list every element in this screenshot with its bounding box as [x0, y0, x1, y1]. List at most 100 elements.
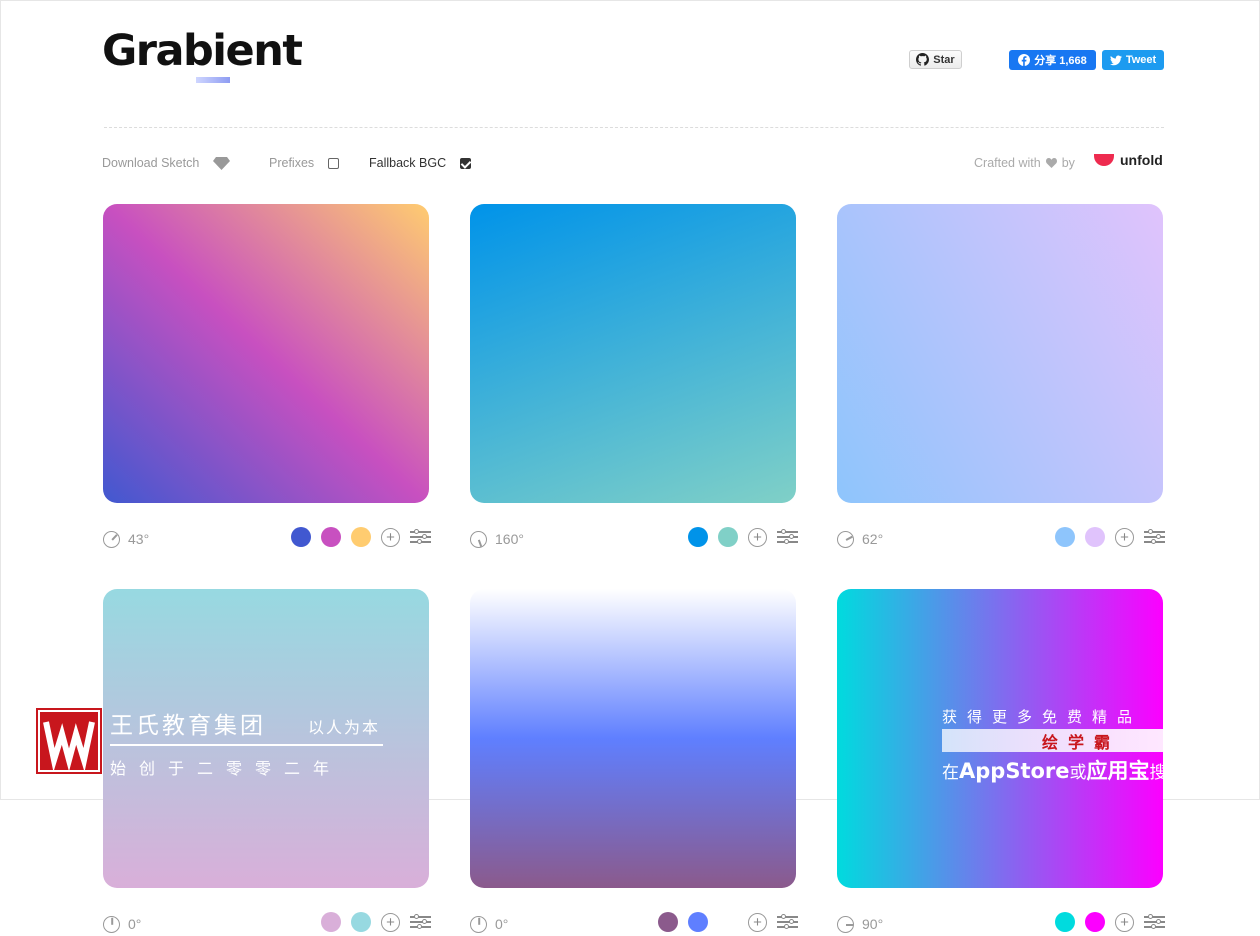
color-swatch[interactable]: [321, 912, 341, 932]
angle-control[interactable]: 0°: [470, 915, 509, 933]
watermark-appstore: AppStore: [959, 759, 1070, 783]
angle-control[interactable]: 90°: [837, 915, 884, 933]
grabient-logo[interactable]: Grabient: [102, 26, 303, 76]
facebook-icon: [1018, 54, 1031, 66]
add-color-icon[interactable]: +: [748, 527, 767, 547]
gradient-card[interactable]: [470, 589, 796, 888]
add-color-icon[interactable]: +: [748, 912, 767, 932]
watermark-yyb: 应用宝: [1086, 759, 1150, 783]
color-swatch[interactable]: [321, 527, 341, 547]
facebook-share-label: 分享 1,668: [1034, 55, 1087, 67]
watermark-left-subtitle: 始创于二零零二年: [110, 759, 343, 778]
crafted-label: Crafted with: [974, 156, 1041, 170]
fallback-bgc-label: Fallback BGC: [369, 156, 447, 170]
gradient-card-controls: 43° +: [103, 527, 431, 551]
adjust-sliders-icon[interactable]: [410, 914, 431, 930]
angle-control[interactable]: 160°: [470, 530, 524, 548]
color-swatch[interactable]: [291, 527, 311, 547]
unfold-label: unfold: [1120, 152, 1163, 168]
tweet-button[interactable]: Tweet: [1102, 50, 1164, 70]
tweet-label: Tweet: [1125, 54, 1157, 66]
angle-control[interactable]: 0°: [103, 915, 142, 933]
angle-label: 0°: [128, 916, 142, 932]
angle-label: 160°: [495, 531, 524, 547]
watermark-search: 搜: [1149, 763, 1167, 783]
diamond-icon: [213, 156, 231, 170]
watermark-brand: 绘学霸: [1042, 732, 1121, 752]
gradient-card[interactable]: [837, 204, 1163, 503]
color-swatch[interactable]: [351, 527, 371, 547]
angle-label: 0°: [495, 916, 509, 932]
watermark-left-title: 王氏教育集团: [110, 713, 266, 739]
add-color-icon[interactable]: +: [381, 527, 400, 547]
add-color-icon[interactable]: +: [381, 912, 400, 932]
gradient-card[interactable]: [103, 204, 429, 503]
angle-control[interactable]: 62°: [837, 530, 884, 548]
fallback-bgc-checkbox[interactable]: [460, 157, 472, 169]
header-divider: [104, 127, 1164, 128]
color-swatch[interactable]: [688, 912, 708, 932]
gradient-card[interactable]: [470, 204, 796, 503]
color-swatch[interactable]: [1055, 527, 1075, 547]
heart-icon: [1045, 158, 1057, 168]
color-swatches: +: [291, 527, 431, 547]
gradient-card-controls: 90° +: [837, 912, 1165, 936]
color-swatches: +: [688, 527, 798, 547]
angle-dial-icon: [470, 915, 487, 933]
wang-education-logo: [36, 708, 102, 774]
color-swatch[interactable]: [688, 527, 708, 547]
github-star-button[interactable]: Star: [909, 50, 962, 69]
gradient-card-controls: 0° +: [103, 912, 431, 936]
color-swatch[interactable]: [1085, 527, 1105, 547]
gradient-card-controls: 0° +: [470, 912, 798, 936]
color-swatch[interactable]: [658, 912, 678, 932]
add-color-icon[interactable]: +: [1115, 527, 1134, 547]
color-swatches: +: [658, 912, 798, 932]
color-swatch[interactable]: [718, 527, 738, 547]
angle-control[interactable]: 43°: [103, 530, 150, 548]
github-icon: [916, 53, 930, 66]
angle-dial-icon: [103, 915, 120, 933]
adjust-sliders-icon[interactable]: [1144, 529, 1165, 545]
watermark-right-line3: 在AppStore或应用宝搜: [942, 755, 1167, 785]
prefixes-toggle[interactable]: Prefixes: [269, 156, 340, 170]
color-swatch[interactable]: [718, 912, 738, 932]
color-swatches: +: [1055, 912, 1165, 932]
watermark-left-divider: [110, 744, 383, 746]
download-sketch-link[interactable]: Download Sketch: [102, 156, 231, 170]
adjust-sliders-icon[interactable]: [410, 529, 431, 545]
color-swatches: +: [1055, 527, 1165, 547]
unfold-logo-icon: [1094, 154, 1114, 166]
watermark-or: 或: [1069, 763, 1087, 783]
watermark-left-motto: 以人为本: [308, 718, 381, 737]
download-sketch-label: Download Sketch: [102, 156, 200, 170]
crafted-by-label: by: [1061, 156, 1075, 170]
prefixes-label: Prefixes: [269, 156, 315, 170]
adjust-sliders-icon[interactable]: [777, 914, 798, 930]
unfold-brand-link[interactable]: unfold: [1094, 152, 1163, 168]
color-swatch[interactable]: [351, 912, 371, 932]
color-swatch[interactable]: [1055, 912, 1075, 932]
prefixes-checkbox[interactable]: [328, 157, 340, 169]
crafted-by: Crafted with by: [974, 156, 1075, 170]
facebook-share-button[interactable]: 分享 1,668: [1009, 50, 1096, 70]
logo-underline: [196, 77, 230, 83]
add-color-icon[interactable]: +: [1115, 912, 1134, 932]
twitter-icon: [1109, 55, 1122, 65]
color-swatches: +: [321, 912, 431, 932]
watermark-in: 在: [942, 763, 959, 783]
angle-dial-icon: [470, 530, 487, 548]
adjust-sliders-icon[interactable]: [777, 529, 798, 545]
angle-dial-icon: [837, 915, 854, 933]
watermark-right-line2: 绘学霸: [942, 729, 1222, 752]
gradient-card-controls: 62° +: [837, 527, 1165, 551]
watermark-right-line1: 获得更多免费精品: [942, 708, 1143, 726]
fallback-bgc-toggle[interactable]: Fallback BGC: [369, 156, 472, 170]
star-label: Star: [933, 53, 955, 66]
angle-label: 62°: [862, 531, 884, 547]
angle-label: 43°: [128, 531, 150, 547]
color-swatch[interactable]: [1085, 912, 1105, 932]
adjust-sliders-icon[interactable]: [1144, 914, 1165, 930]
angle-label: 90°: [862, 916, 884, 932]
gradient-card-controls: 160° +: [470, 527, 798, 551]
